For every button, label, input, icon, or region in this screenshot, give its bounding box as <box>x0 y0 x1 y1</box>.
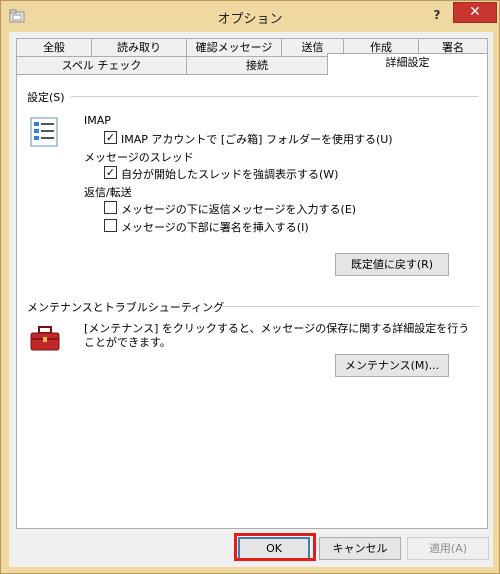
restore-defaults-button[interactable]: 既定値に戻す(R) <box>335 253 449 276</box>
tab-advanced[interactable]: 詳細設定 <box>327 53 488 75</box>
imap-trash-option-label[interactable]: IMAP アカウントで [ごみ箱] フォルダーを使用する(U) <box>121 131 393 147</box>
tab-spelling[interactable]: スペル チェック <box>16 56 187 75</box>
cancel-button[interactable]: キャンセル <box>319 537 401 560</box>
tab-receipts[interactable]: 確認メッセージ <box>186 38 282 57</box>
help-button[interactable]: ? <box>425 5 449 25</box>
signature-below-checkbox[interactable] <box>104 219 117 232</box>
settings-group-title: 設定(S) <box>27 91 65 104</box>
checklist-icon <box>30 117 58 147</box>
tab-read[interactable]: 読み取り <box>91 38 187 57</box>
advanced-panel: 設定(S) IMAP IMAP アカウントで [ごみ箱] フォルダーを使用する(… <box>16 74 488 529</box>
tab-general[interactable]: 全般 <box>16 38 92 57</box>
toolbox-icon <box>30 326 60 351</box>
reply-below-checkbox[interactable] <box>104 201 117 214</box>
maintenance-button[interactable]: メンテナンス(M)... <box>335 354 449 377</box>
tab-connection[interactable]: 接続 <box>186 56 328 75</box>
ok-button-highlight <box>234 533 316 561</box>
apply-button[interactable]: 適用(A) <box>407 537 489 560</box>
settings-group-divider <box>71 96 479 97</box>
title-bar[interactable]: オプション ? ✕ <box>1 1 499 31</box>
imap-trash-checkbox[interactable] <box>104 131 117 144</box>
highlight-threads-checkbox[interactable] <box>104 166 117 179</box>
maintenance-description: [メンテナンス] をクリックすると、メッセージの保存に関する詳細設定を行うことが… <box>84 322 470 349</box>
options-window: オプション ? ✕ 全般 読み取り 確認メッセージ 送信 作成 署名 スペル チ… <box>0 0 500 574</box>
signature-below-option-label[interactable]: メッセージの下部に署名を挿入する(I) <box>121 219 309 235</box>
imap-label: IMAP <box>84 114 111 127</box>
close-button[interactable]: ✕ <box>453 2 497 23</box>
reply-forward-label: 返信/転送 <box>84 186 132 199</box>
highlight-threads-option-label[interactable]: 自分が開始したスレッドを強調表示する(W) <box>121 166 338 182</box>
close-icon: ✕ <box>469 4 481 20</box>
dialog-client-area: 全般 読み取り 確認メッセージ 送信 作成 署名 スペル チェック 接続 詳細設… <box>9 32 493 567</box>
reply-below-option-label[interactable]: メッセージの下に返信メッセージを入力する(E) <box>121 201 356 217</box>
thread-label: メッセージのスレッド <box>84 151 194 164</box>
maintenance-group-title: メンテナンスとトラブルシューティング <box>27 301 225 314</box>
maintenance-group-divider <box>221 306 479 307</box>
